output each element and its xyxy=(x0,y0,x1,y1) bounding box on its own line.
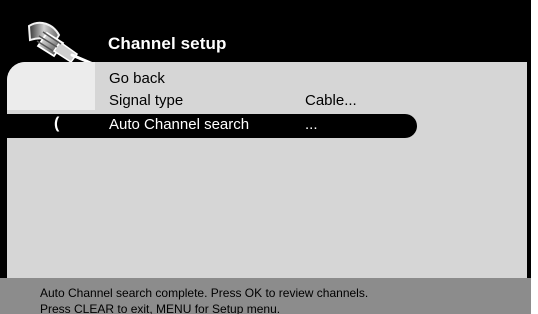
cable-connector-icon xyxy=(22,20,98,66)
status-message-line-2: Press CLEAR to exit, MENU for Setup menu… xyxy=(40,302,281,314)
menu-item-signal-type[interactable]: Signal type Cable... xyxy=(0,92,531,112)
menu-item-auto-channel-search[interactable]: ( Auto Channel search ... xyxy=(0,115,531,136)
page-title: Channel setup xyxy=(108,34,227,53)
status-bar: Auto Channel search complete. Press OK t… xyxy=(0,278,531,314)
menu-item-label: Go back xyxy=(109,70,165,87)
menu-item-label: Signal type xyxy=(109,92,184,109)
status-message-line-1: Auto Channel search complete. Press OK t… xyxy=(40,286,369,300)
selection-marker-icon: ( xyxy=(54,115,60,132)
menu-item-label: Auto Channel search xyxy=(109,116,250,133)
tv-menu-screen: Channel setup Go back Signal type Cable.… xyxy=(0,0,531,314)
menu-item-value: Cable... xyxy=(305,92,357,109)
header: Channel setup xyxy=(0,0,531,66)
menu-item-go-back[interactable]: Go back xyxy=(0,70,531,90)
menu-item-value: ... xyxy=(305,116,318,133)
